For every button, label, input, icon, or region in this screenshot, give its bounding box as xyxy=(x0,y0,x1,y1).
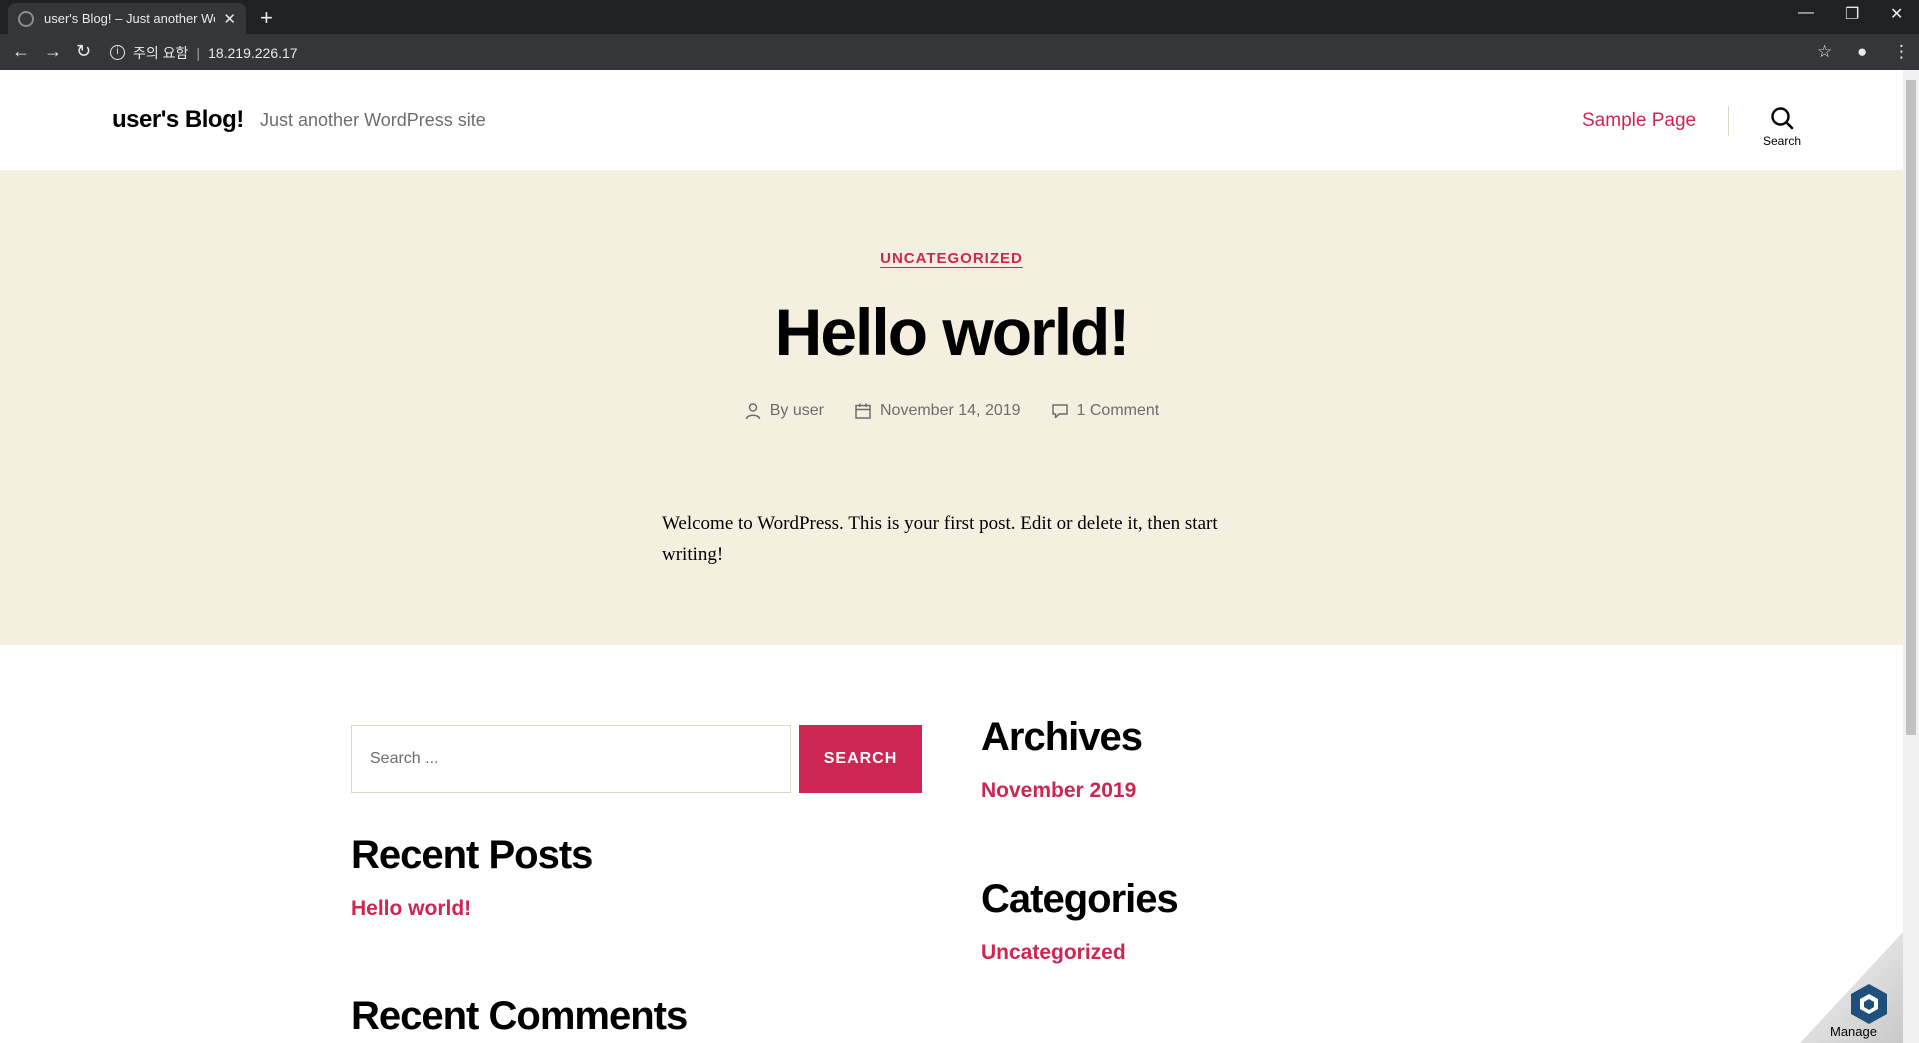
site-description: Just another WordPress site xyxy=(260,110,486,130)
nav-sample-page[interactable]: Sample Page xyxy=(1582,110,1696,132)
reload-icon[interactable]: ↻ xyxy=(76,41,91,62)
post-comments: 1 Comment xyxy=(1051,402,1160,420)
recent-post-link[interactable]: Hello world! xyxy=(351,897,471,921)
post-meta: By user November 14, 2019 1 Comment xyxy=(0,402,1903,420)
hexagon-logo-icon xyxy=(1851,984,1887,1024)
post-title: Hello world! xyxy=(774,295,1131,369)
search-icon xyxy=(1771,107,1794,130)
footer-widgets: Search ... SEARCH Recent Posts Hello wor… xyxy=(0,645,1903,1043)
post-date: November 14, 2019 xyxy=(854,402,1021,420)
info-icon[interactable]: i xyxy=(110,45,125,60)
bookmark-star-icon[interactable]: ☆ xyxy=(1817,42,1832,62)
author-link[interactable]: By user xyxy=(770,402,824,420)
divider: | xyxy=(196,44,201,61)
manage-label: Manage xyxy=(1830,1024,1877,1039)
forward-icon[interactable]: → xyxy=(44,41,62,62)
divider xyxy=(1728,106,1729,136)
archive-link[interactable]: November 2019 xyxy=(981,779,1136,803)
search-toggle-label: Search xyxy=(1762,134,1802,148)
tab-close-icon[interactable]: ✕ xyxy=(223,10,236,28)
site-header: user's Blog! Just another WordPress site… xyxy=(0,70,1903,170)
address-bar[interactable]: i 주의 요함 | 18.219.226.17 xyxy=(110,39,1810,66)
security-label: 주의 요함 xyxy=(133,44,189,61)
archives-heading: Archives xyxy=(981,715,1143,759)
search-toggle-button[interactable]: Search xyxy=(1750,106,1814,148)
minimize-icon[interactable]: — xyxy=(1798,4,1814,22)
calendar-icon xyxy=(855,403,871,419)
category-widget-link[interactable]: Uncategorized xyxy=(981,941,1126,965)
manage-widget[interactable]: Manage xyxy=(1780,932,1903,1043)
recent-comments-heading: Recent Comments xyxy=(351,994,688,1038)
recent-posts-heading: Recent Posts xyxy=(351,833,593,877)
category-links: UNCATEGORIZED xyxy=(0,250,1903,268)
browser-tab[interactable]: user's Blog! – Just another Wor ✕ xyxy=(8,3,246,34)
back-icon[interactable]: ← xyxy=(12,41,30,62)
site-title[interactable]: user's Blog! xyxy=(112,106,244,134)
browser-toolbar: ← → ↻ i 주의 요함 | 18.219.226.17 ☆ ● ⋮ xyxy=(0,34,1919,70)
search-input[interactable]: Search ... xyxy=(351,725,791,793)
window-close-icon[interactable]: ✕ xyxy=(1890,4,1903,24)
post-header: UNCATEGORIZED Hello world! By user Novem… xyxy=(0,170,1903,645)
tab-title: user's Blog! – Just another Wor xyxy=(44,11,216,26)
search-submit-button[interactable]: SEARCH xyxy=(799,725,922,793)
new-tab-button[interactable]: + xyxy=(260,5,273,31)
url-text[interactable]: 18.219.226.17 xyxy=(208,45,298,61)
post-content: Welcome to WordPress. This is your first… xyxy=(662,513,1218,565)
category-link[interactable]: UNCATEGORIZED xyxy=(880,250,1023,267)
scrollbar-thumb[interactable] xyxy=(1906,80,1916,735)
post-author: By user xyxy=(744,402,824,420)
browser-tab-bar: user's Blog! – Just another Wor ✕ + — ❐ … xyxy=(0,0,1919,34)
comment-icon xyxy=(1051,404,1068,419)
comments-link[interactable]: 1 Comment xyxy=(1077,402,1160,420)
globe-icon xyxy=(18,10,34,27)
restore-icon[interactable]: ❐ xyxy=(1845,4,1859,24)
categories-heading: Categories xyxy=(981,877,1179,921)
date-link[interactable]: November 14, 2019 xyxy=(880,402,1021,420)
user-icon xyxy=(745,403,760,420)
page-scrollbar[interactable] xyxy=(1903,70,1919,1043)
menu-kebab-icon[interactable]: ⋮ xyxy=(1893,42,1910,62)
page-viewport: user's Blog! Just another WordPress site… xyxy=(0,70,1903,1043)
profile-icon[interactable]: ● xyxy=(1857,42,1867,62)
